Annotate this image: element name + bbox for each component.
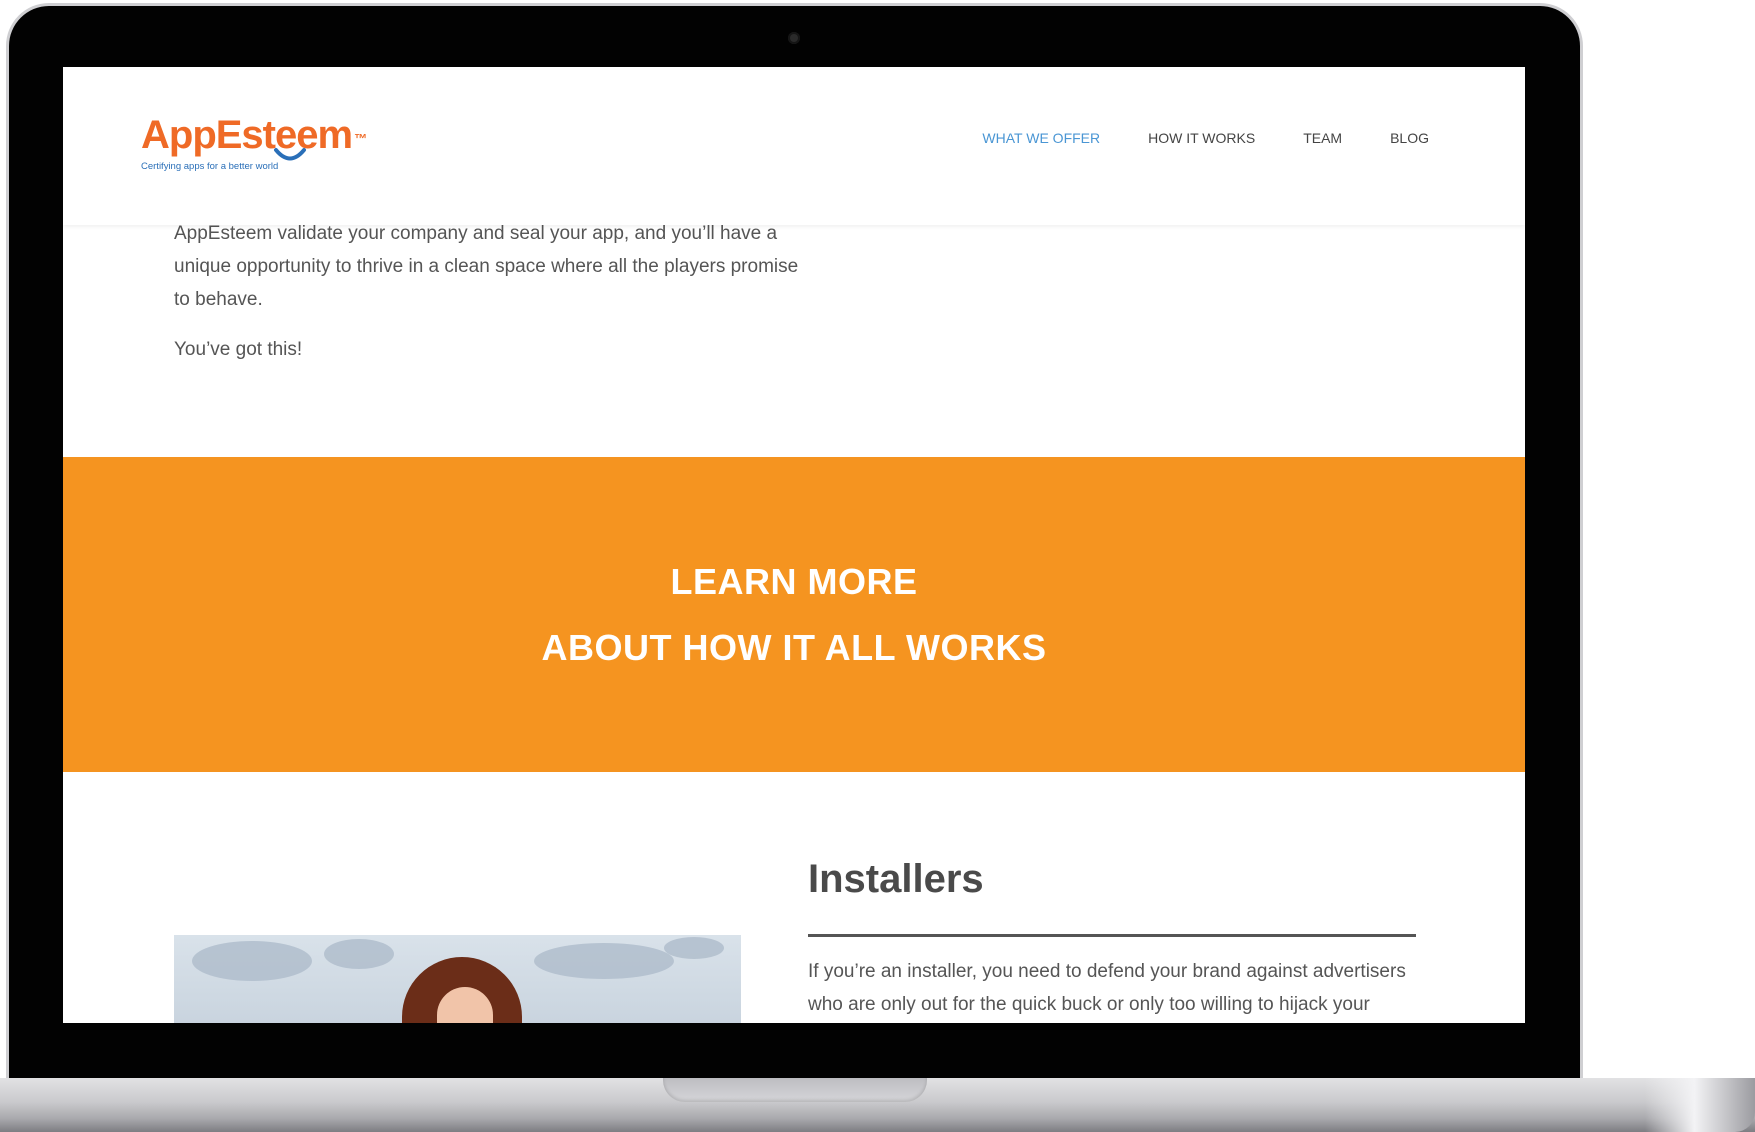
- nav-item-blog[interactable]: BLOG: [1390, 130, 1429, 146]
- intro-section: AppEsteem validate your company and seal…: [174, 217, 814, 383]
- laptop-screen: AppEsteem ™ Certifying apps for a better …: [63, 67, 1525, 1023]
- world-map-shape: [664, 937, 724, 959]
- logo-wordmark: AppEsteem ™: [141, 113, 368, 161]
- world-map-shape: [324, 939, 394, 969]
- smile-icon: [274, 148, 306, 161]
- main-nav: WHAT WE OFFER HOW IT WORKS TEAM BLOG: [982, 130, 1429, 146]
- laptop-base-edge: [1645, 1078, 1755, 1132]
- installer-photo: [174, 935, 741, 1023]
- nav-item-team[interactable]: TEAM: [1303, 130, 1342, 146]
- site-header: AppEsteem ™ Certifying apps for a better …: [63, 67, 1525, 225]
- installers-text: If you’re an installer, you need to defe…: [808, 961, 1406, 1015]
- logo-name: AppEsteem: [141, 113, 353, 157]
- cta-line-2: ABOUT HOW IT ALL WORKS: [541, 626, 1047, 668]
- nav-item-what-we-offer[interactable]: WHAT WE OFFER: [982, 130, 1100, 146]
- site-logo[interactable]: AppEsteem ™ Certifying apps for a better …: [141, 115, 367, 172]
- world-map-shape: [192, 941, 312, 981]
- installers-heading: Installers: [808, 857, 984, 901]
- nav-item-how-it-works[interactable]: HOW IT WORKS: [1148, 130, 1255, 146]
- heading-divider: [808, 934, 1416, 937]
- logo-tagline: Certifying apps for a better world: [141, 161, 279, 172]
- intro-closing: You’ve got this!: [174, 339, 303, 360]
- laptop-hinge-notch: [663, 1078, 927, 1102]
- intro-paragraph: AppEsteem validate your company and seal…: [174, 223, 799, 310]
- logo-trademark: ™: [354, 131, 368, 146]
- cta-line-1: LEARN MORE: [670, 560, 918, 602]
- world-map-shape: [534, 943, 674, 979]
- webcam: [788, 32, 800, 44]
- learn-more-banner[interactable]: LEARN MORE ABOUT HOW IT ALL WORKS: [63, 457, 1525, 772]
